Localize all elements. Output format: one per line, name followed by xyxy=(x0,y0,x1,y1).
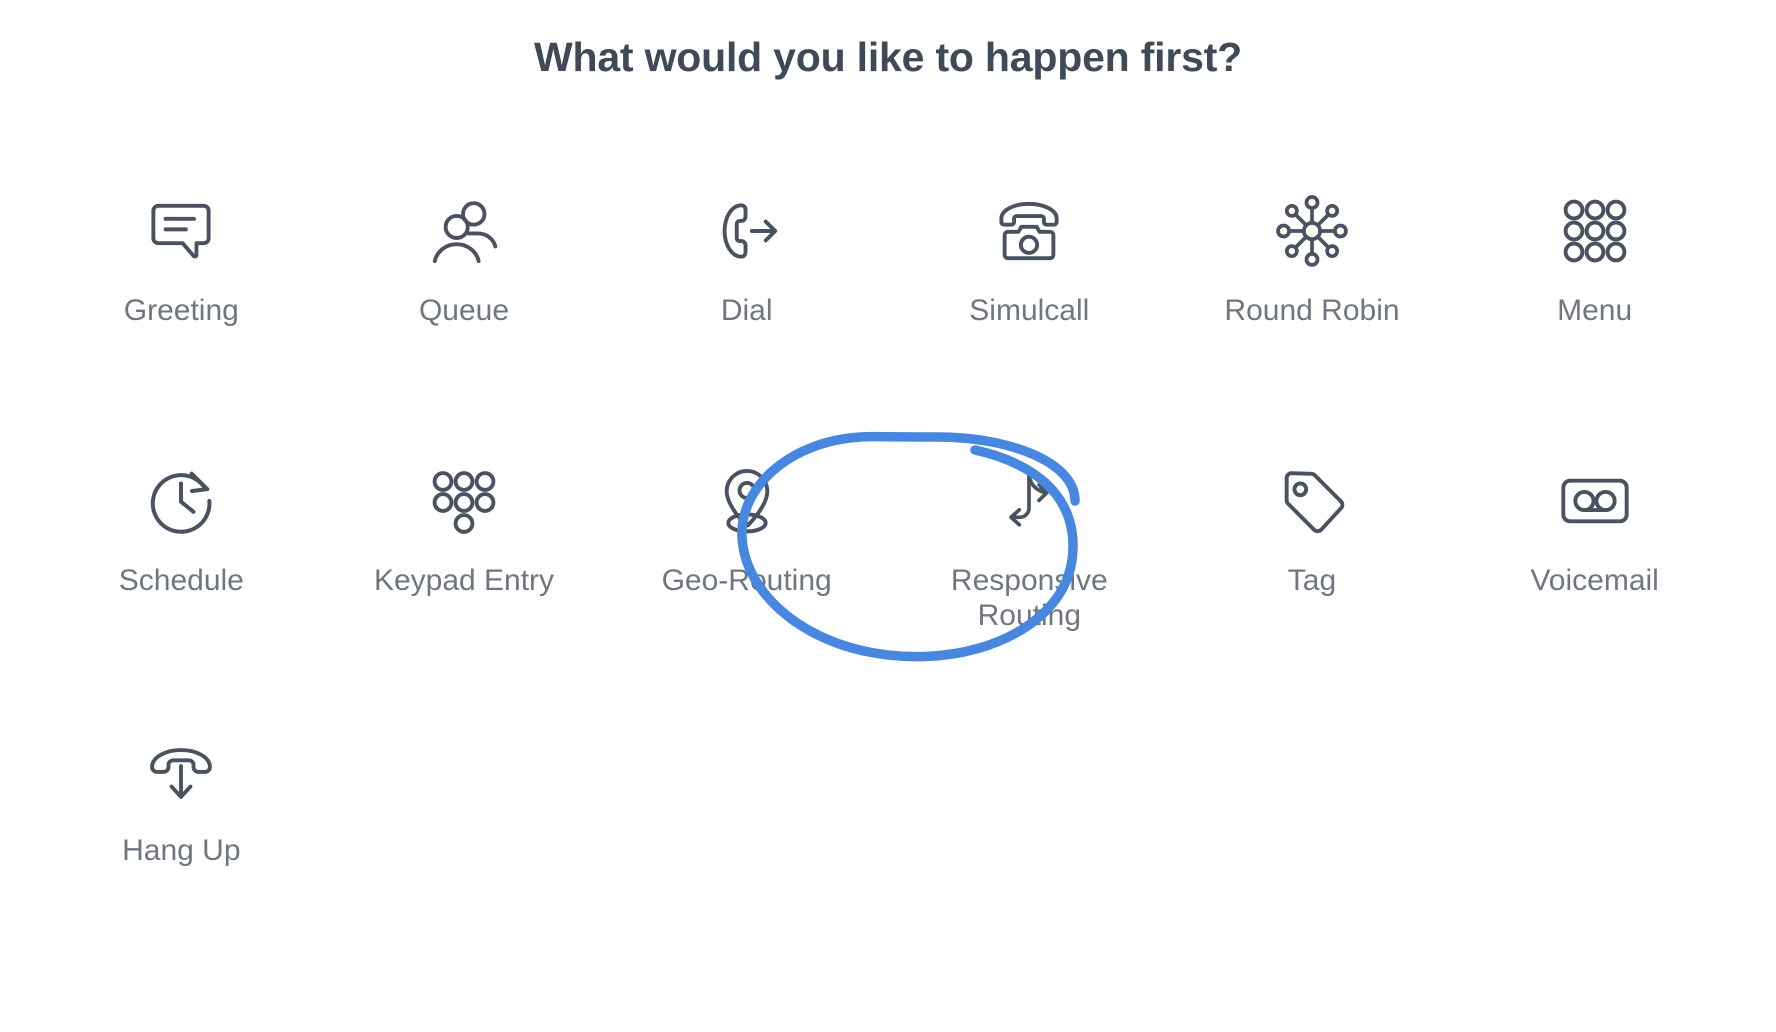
people-group-icon xyxy=(416,183,512,279)
phone-hangup-icon xyxy=(133,723,229,819)
option-label: Dial xyxy=(720,294,773,327)
option-queue[interactable]: Queue xyxy=(323,175,606,445)
option-label: Simulcall xyxy=(969,294,1090,327)
option-label: Schedule xyxy=(118,564,244,597)
option-voicemail[interactable]: Voicemail xyxy=(1453,445,1736,715)
option-grid: Greeting Queue Dial Simulcall Round Robi… xyxy=(40,175,1736,985)
option-menu[interactable]: Menu xyxy=(1453,175,1736,445)
flow-step-chooser-page: What would you like to happen first? Gre… xyxy=(0,0,1776,1032)
map-pin-icon xyxy=(699,453,795,549)
option-label: Keypad Entry xyxy=(373,564,555,597)
speech-bubble-icon xyxy=(133,183,229,279)
option-round-robin[interactable]: Round Robin xyxy=(1171,175,1454,445)
option-label: Geo-Routing xyxy=(661,564,832,597)
option-label: Menu xyxy=(1557,294,1633,327)
option-responsive-routing[interactable]: Responsive Routing xyxy=(888,445,1171,715)
option-label: Responsive Routing xyxy=(950,564,1108,633)
branching-arrows-icon xyxy=(981,453,1077,549)
option-label: Round Robin xyxy=(1224,294,1400,327)
option-schedule[interactable]: Schedule xyxy=(40,445,323,715)
price-tag-icon xyxy=(1264,453,1360,549)
option-label: Queue xyxy=(418,294,510,327)
option-dial[interactable]: Dial xyxy=(605,175,888,445)
option-label: Tag xyxy=(1287,564,1337,597)
option-tag[interactable]: Tag xyxy=(1171,445,1454,715)
option-label: Greeting xyxy=(123,294,239,327)
option-label: Voicemail xyxy=(1530,564,1659,597)
page-title: What would you like to happen first? xyxy=(533,34,1243,80)
option-greeting[interactable]: Greeting xyxy=(40,175,323,445)
clock-arrow-icon xyxy=(133,453,229,549)
dialpad-icon xyxy=(416,453,512,549)
option-keypad-entry[interactable]: Keypad Entry xyxy=(323,445,606,715)
desk-phone-icon xyxy=(981,183,1077,279)
option-hang-up[interactable]: Hang Up xyxy=(40,715,323,985)
phone-outgoing-icon xyxy=(699,183,795,279)
option-simulcall[interactable]: Simulcall xyxy=(888,175,1171,445)
grid-nine-circles-icon xyxy=(1547,183,1643,279)
option-label: Hang Up xyxy=(122,834,241,867)
hub-spokes-icon xyxy=(1264,183,1360,279)
option-geo-routing[interactable]: Geo-Routing xyxy=(605,445,888,715)
voicemail-tape-icon xyxy=(1547,453,1643,549)
